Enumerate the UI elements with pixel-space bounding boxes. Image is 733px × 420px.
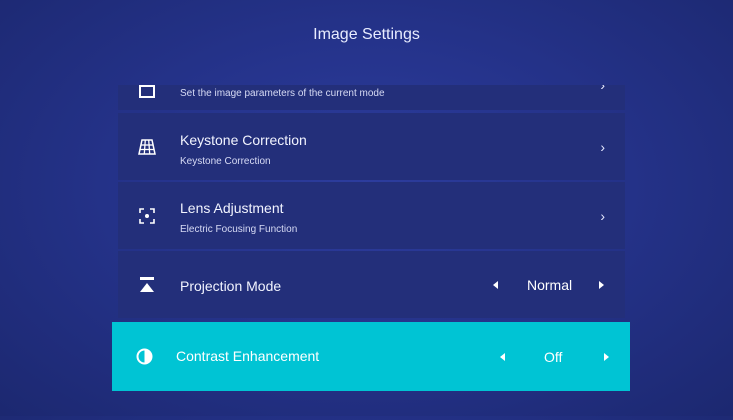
keystone-grid-icon [138, 138, 156, 156]
arrow-left-icon[interactable] [500, 352, 505, 361]
list-item-label: Contrast Enhancement [176, 348, 320, 364]
contrast-icon [136, 348, 153, 365]
arrow-right-icon[interactable] [604, 352, 609, 361]
chevron-right-icon: › [600, 138, 605, 155]
focus-icon [138, 207, 156, 225]
list-item-image-parameters[interactable]: Set the image parameters of the current … [118, 85, 625, 110]
page-title: Image Settings [313, 26, 420, 43]
list-item-contrast-enhancement[interactable]: Contrast Enhancement Off [112, 322, 630, 391]
list-item-subtitle: Electric Focusing Function [180, 224, 298, 235]
list-item-keystone-correction[interactable]: Keystone Correction Keystone Correction … [118, 113, 625, 180]
chevron-right-icon: › [600, 207, 605, 224]
arrow-right-icon[interactable] [599, 280, 604, 289]
list-item-lens-adjustment[interactable]: Lens Adjustment Electric Focusing Functi… [118, 182, 625, 249]
projection-mode-value: Normal [527, 276, 573, 293]
list-item-projection-mode[interactable]: Projection Mode Normal [118, 251, 625, 318]
picture-icon [138, 85, 156, 101]
list-item-subtitle: Set the image parameters of the current … [180, 88, 385, 99]
list-item-label: Projection Mode [180, 278, 282, 294]
chevron-right-icon: › [600, 85, 605, 93]
list-item-label: Lens Adjustment [180, 200, 284, 216]
list-item-label: Keystone Correction [180, 132, 307, 148]
list-item-subtitle: Keystone Correction [180, 156, 271, 167]
projection-icon [138, 276, 156, 294]
contrast-enhancement-value: Off [544, 348, 563, 365]
arrow-left-icon[interactable] [493, 280, 498, 289]
